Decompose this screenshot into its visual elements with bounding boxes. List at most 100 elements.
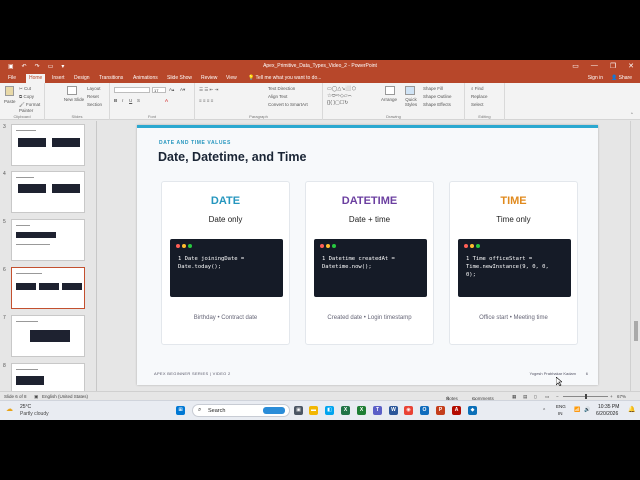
clock-time[interactable]: 10:35 PM <box>598 404 619 410</box>
vertical-scrollbar[interactable] <box>630 121 640 391</box>
wifi-icon[interactable]: 📶 <box>574 407 580 413</box>
copy-button[interactable]: ⧉ Copy <box>19 94 34 99</box>
text-direction-button[interactable]: Text Direction <box>268 86 295 91</box>
shape-effects-button[interactable]: Shape Effects <box>423 102 451 107</box>
ribbon-display-icon[interactable]: ▭ <box>572 62 579 70</box>
acrobat-icon[interactable]: A <box>452 406 461 415</box>
pane-divider[interactable] <box>96 121 97 391</box>
shapes-gallery[interactable]: ▭◯△↘⬜⬡ ☆⬭⇨◇▱⌒{}( )▢☐↻ <box>327 86 375 107</box>
excel-icon[interactable]: X <box>341 406 350 415</box>
chrome-icon[interactable]: ◉ <box>404 406 413 415</box>
teams-icon[interactable]: T <box>373 406 382 415</box>
card-datetime[interactable]: DATETIME Date + time 1 Datetime createdA… <box>305 181 434 345</box>
clock-date[interactable]: 6/20/2026 <box>596 411 618 417</box>
speaker-icon[interactable]: 🔊 <box>584 407 590 413</box>
slide-thumbnail[interactable] <box>11 171 85 213</box>
collapse-ribbon-icon[interactable]: ⌃ <box>630 112 634 118</box>
grow-font-icon[interactable]: A▴ <box>169 87 174 93</box>
store-icon[interactable]: ◧ <box>325 406 334 415</box>
slide-kicker[interactable]: DATE AND TIME VALUES <box>159 140 231 146</box>
paste-button[interactable]: Paste <box>4 99 16 104</box>
share-button[interactable]: 👤 Share <box>611 75 632 81</box>
app-icon[interactable]: ◆ <box>468 406 477 415</box>
drawing-group: ▭◯△↘⬜⬡ ☆⬭⇨◇▱⌒{}( )▢☐↻ Arrange Quick Style… <box>323 83 465 120</box>
file-explorer-icon[interactable]: ▬ <box>309 406 318 415</box>
weather-desc[interactable]: Partly cloudy <box>20 411 49 417</box>
shrink-font-icon[interactable]: A▾ <box>180 87 185 93</box>
arrange-button[interactable]: Arrange <box>381 97 397 102</box>
underline-icon[interactable]: U <box>129 98 132 103</box>
tab-file[interactable]: File <box>8 75 16 81</box>
powerpoint-icon[interactable]: P <box>436 406 445 415</box>
font-name-field[interactable] <box>114 87 150 93</box>
reset-button[interactable]: Reset <box>87 94 99 99</box>
outlook-icon[interactable]: O <box>420 406 429 415</box>
shape-fill-button[interactable]: Shape Fill <box>423 86 443 91</box>
close-button[interactable]: ✕ <box>628 62 634 70</box>
slide-thumbnail[interactable] <box>11 363 85 391</box>
task-view-icon[interactable]: ▣ <box>294 406 303 415</box>
zoom-out-icon[interactable]: − <box>556 394 559 399</box>
slide-page-number: 6 <box>585 371 588 376</box>
card-time[interactable]: TIME Time only 1 Time officeStart = Time… <box>449 181 578 345</box>
replace-button[interactable]: Replace <box>471 94 488 99</box>
tray-overflow-icon[interactable]: ⌃ <box>542 408 546 414</box>
section-button[interactable]: Section <box>87 102 102 107</box>
convert-smartart-button[interactable]: Convert to SmartArt <box>268 102 308 107</box>
font-size-field[interactable]: 17 <box>152 87 166 93</box>
language-region[interactable]: IN <box>558 411 563 416</box>
sign-in-link[interactable]: Sign in <box>588 75 603 81</box>
zoom-slider-thumb[interactable] <box>585 394 587 399</box>
shape-outline-button[interactable]: Shape Outline <box>423 94 452 99</box>
cut-button[interactable]: ✂ Cut <box>19 86 31 92</box>
tell-me-box[interactable]: 💡 Tell me what you want to do... <box>248 75 321 81</box>
scrollbar-thumb[interactable] <box>634 321 638 341</box>
minimize-button[interactable]: — <box>591 62 598 70</box>
notification-icon[interactable]: 🔔 <box>628 406 635 413</box>
shadow-icon[interactable]: S <box>137 98 140 103</box>
card-date[interactable]: DATE Date only 1 Date joiningDate = Date… <box>161 181 290 345</box>
slide-thumbnail[interactable] <box>11 219 85 261</box>
tab-transitions[interactable]: Transitions <box>99 75 123 81</box>
arrange-icon[interactable] <box>385 86 395 95</box>
thumb-number: 6 <box>3 267 6 273</box>
windows-start-icon[interactable]: ⊞ <box>176 406 185 415</box>
italic-icon[interactable]: I <box>122 98 123 103</box>
format-painter-button[interactable]: 🖌 Format Painter <box>19 102 44 113</box>
excel-icon-2[interactable]: X <box>357 406 366 415</box>
tab-home[interactable]: Home <box>26 74 46 83</box>
taskbar-search[interactable]: ⌕ Search <box>192 404 290 417</box>
quick-styles-icon[interactable] <box>405 86 415 95</box>
tab-animations[interactable]: Animations <box>133 75 158 81</box>
tab-design[interactable]: Design <box>74 75 90 81</box>
new-slide-button[interactable]: New Slide <box>63 97 85 102</box>
align-text-button[interactable]: Align Text <box>268 94 287 99</box>
tab-slide-show[interactable]: Slide Show <box>167 75 192 81</box>
language-code[interactable]: ENG <box>556 404 566 409</box>
quick-styles-button[interactable]: Quick Styles <box>402 97 420 107</box>
paste-icon[interactable] <box>5 86 14 96</box>
maximize-button[interactable]: ❐ <box>610 62 616 70</box>
new-slide-icon[interactable] <box>67 86 77 95</box>
weather-icon[interactable]: ☁ <box>6 405 13 413</box>
slide-thumbnail[interactable] <box>11 124 85 166</box>
align-icons[interactable]: ≡ ≡ ≡ ≡ <box>199 98 213 103</box>
weather-temp[interactable]: 25°C <box>20 404 31 410</box>
bullets-icon[interactable]: ☰ ☰ ⇤ ⇥ <box>199 87 218 93</box>
find-button[interactable]: ⌕ Find <box>471 86 484 91</box>
font-color-icon[interactable]: A <box>165 98 168 103</box>
tab-review[interactable]: Review <box>201 75 217 81</box>
tab-view[interactable]: View <box>226 75 237 81</box>
bold-icon[interactable]: B <box>114 98 117 103</box>
slide-title[interactable]: Date, Datetime, and Time <box>158 150 306 164</box>
slide-canvas[interactable]: DATE AND TIME VALUES Date, Datetime, and… <box>137 125 598 385</box>
select-button[interactable]: Select <box>471 102 484 107</box>
layout-button[interactable]: Layout <box>87 86 101 91</box>
zoom-level[interactable]: 67% <box>617 394 626 399</box>
word-icon[interactable]: W <box>389 406 398 415</box>
slide-thumbnail[interactable] <box>11 315 85 357</box>
language-indicator[interactable]: English (United States) <box>42 394 88 399</box>
tab-insert[interactable]: Insert <box>52 75 65 81</box>
zoom-in-icon[interactable]: + <box>610 394 613 399</box>
slide-thumbnail-selected[interactable] <box>11 267 85 309</box>
